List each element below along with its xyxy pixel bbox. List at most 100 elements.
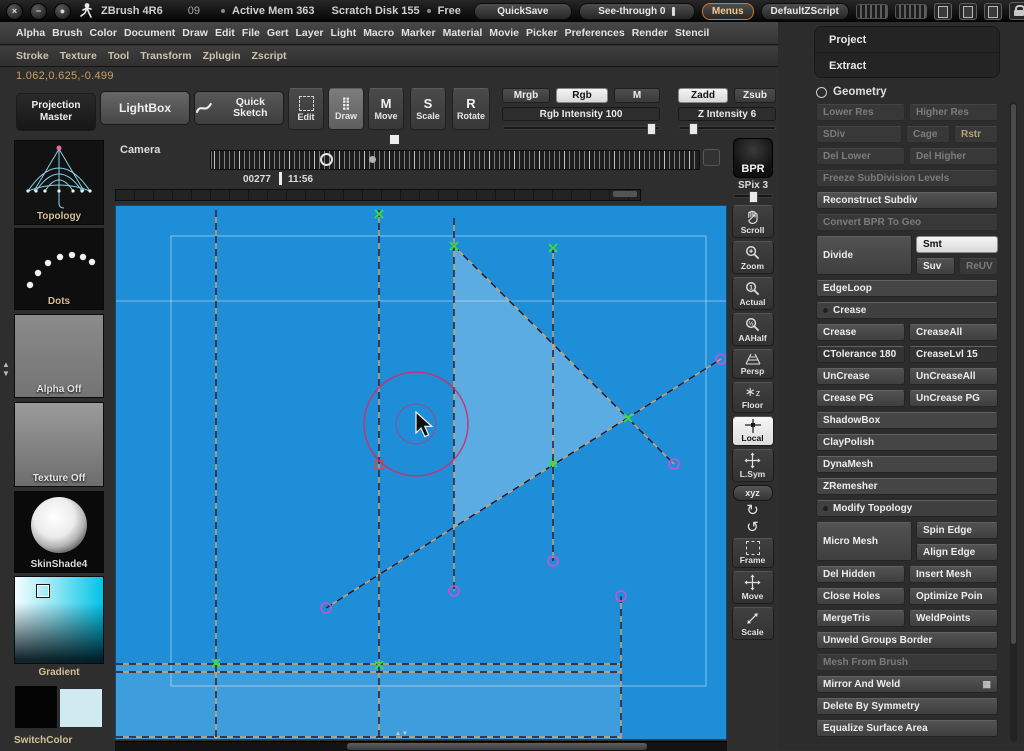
zremesher-subsection[interactable]: ZRemesher bbox=[816, 478, 998, 495]
menu-draw[interactable]: Draw bbox=[182, 27, 208, 39]
uncrease-button[interactable]: UnCrease bbox=[816, 368, 905, 385]
floor-button[interactable]: ∗z Floor bbox=[731, 382, 774, 413]
crease-subsection[interactable]: Crease bbox=[816, 302, 998, 319]
switch-color-button[interactable]: SwitchColor bbox=[14, 735, 72, 746]
persp-button[interactable]: Persp bbox=[731, 349, 774, 379]
z-intensity-knob[interactable] bbox=[689, 123, 698, 135]
camera-track-label[interactable]: Camera bbox=[120, 144, 160, 156]
main-color-swatch[interactable] bbox=[14, 685, 58, 729]
document-canvas[interactable] bbox=[115, 205, 727, 740]
scale-mode-button[interactable]: S Scale bbox=[410, 88, 446, 130]
z-intensity-groove[interactable] bbox=[678, 123, 776, 135]
sdiv-slider[interactable]: SDiv bbox=[816, 126, 902, 143]
convert-bpr-button[interactable]: Convert BPR To Geo bbox=[816, 214, 998, 231]
uncrease-pg-button[interactable]: UnCrease PG bbox=[909, 390, 998, 407]
menu-macro[interactable]: Macro bbox=[363, 27, 394, 39]
spin-edge-button[interactable]: Spin Edge bbox=[916, 522, 998, 539]
cage-button[interactable]: Cage bbox=[906, 126, 950, 143]
timeline-ring-knob[interactable] bbox=[320, 153, 333, 166]
rgb-button[interactable]: Rgb bbox=[556, 88, 608, 103]
copy-document-icon[interactable] bbox=[933, 2, 952, 20]
move-canvas-button[interactable]: Move bbox=[731, 571, 774, 604]
secondary-color-swatch[interactable] bbox=[59, 688, 103, 728]
menu-render[interactable]: Render bbox=[632, 27, 668, 39]
menu-transform[interactable]: Transform bbox=[140, 50, 191, 62]
current-material-thumbnail[interactable]: SkinShade4 bbox=[14, 491, 104, 573]
rotate-ccw-icon[interactable]: ↺ bbox=[746, 520, 759, 535]
equalize-surface-button[interactable]: Equalize Surface Area bbox=[816, 720, 998, 737]
current-alpha-thumbnail[interactable]: Alpha Off bbox=[14, 314, 104, 398]
del-lower-button[interactable]: Del Lower bbox=[816, 148, 905, 165]
quick-sketch-button[interactable]: Quick Sketch bbox=[194, 91, 284, 125]
menu-zscript[interactable]: Zscript bbox=[252, 50, 287, 62]
current-texture-thumbnail[interactable]: Texture Off bbox=[14, 402, 104, 487]
smt-toggle[interactable]: Smt bbox=[916, 236, 998, 253]
ui-slider-right-icon[interactable] bbox=[894, 3, 927, 19]
panel-scroll-handle[interactable] bbox=[1011, 104, 1016, 644]
reuv-button[interactable]: ReUV bbox=[959, 258, 998, 275]
crease-button[interactable]: Crease bbox=[816, 324, 905, 341]
timeline-cursor[interactable] bbox=[279, 172, 282, 185]
weld-points-button[interactable]: WeldPoints bbox=[909, 610, 998, 627]
menu-document[interactable]: Document bbox=[124, 27, 175, 39]
paste-document-icon[interactable] bbox=[958, 2, 977, 20]
menus-button[interactable]: Menus bbox=[701, 2, 754, 20]
merge-tris-button[interactable]: MergeTris bbox=[816, 610, 905, 627]
z-intensity-slider[interactable]: Z Intensity 6 bbox=[678, 107, 776, 121]
insert-mesh-button[interactable]: Insert Mesh bbox=[909, 566, 998, 583]
edgeloop-subsection[interactable]: EdgeLoop bbox=[816, 280, 998, 297]
lsym-button[interactable]: L.Sym bbox=[731, 449, 774, 482]
lower-res-button[interactable]: Lower Res bbox=[816, 104, 905, 121]
suv-toggle[interactable]: Suv bbox=[916, 258, 955, 275]
unweld-groups-button[interactable]: Unweld Groups Border bbox=[816, 632, 998, 649]
del-hidden-button[interactable]: Del Hidden bbox=[816, 566, 905, 583]
menu-marker[interactable]: Marker bbox=[401, 27, 435, 39]
menu-layer[interactable]: Layer bbox=[296, 27, 324, 39]
gradient-label[interactable]: Gradient bbox=[14, 667, 104, 678]
micro-mesh-button[interactable]: Micro Mesh bbox=[816, 522, 912, 561]
menu-zplugin[interactable]: Zplugin bbox=[203, 50, 241, 62]
color-picker[interactable] bbox=[14, 576, 104, 664]
rgb-intensity-groove[interactable] bbox=[502, 123, 660, 135]
menu-edit[interactable]: Edit bbox=[215, 27, 235, 39]
timeline-ruler[interactable] bbox=[210, 150, 700, 170]
scroll-button[interactable]: Scroll bbox=[731, 205, 774, 238]
rotate-cw-icon[interactable]: ↻ bbox=[746, 503, 759, 518]
menu-light[interactable]: Light bbox=[331, 27, 357, 39]
spix-knob[interactable] bbox=[749, 191, 758, 203]
menu-stencil[interactable]: Stencil bbox=[675, 27, 709, 39]
timeline-dot-knob[interactable] bbox=[369, 156, 376, 163]
canvas-top-scroll-handle[interactable] bbox=[613, 191, 637, 197]
edit-mode-button[interactable]: Edit bbox=[288, 88, 324, 130]
section-toggle-icon[interactable] bbox=[816, 86, 827, 98]
dynamesh-subsection[interactable]: DynaMesh bbox=[816, 456, 998, 473]
scale-canvas-button[interactable]: Scale bbox=[731, 607, 774, 640]
default-zscript-button[interactable]: DefaultZScript bbox=[760, 2, 849, 20]
menu-gert[interactable]: Gert bbox=[267, 27, 289, 39]
current-stroke-thumbnail[interactable]: Dots bbox=[14, 228, 104, 310]
higher-res-button[interactable]: Higher Res bbox=[909, 104, 998, 121]
optimize-points-button[interactable]: Optimize Poin bbox=[909, 588, 998, 605]
rotate-mode-button[interactable]: R Rotate bbox=[452, 88, 490, 130]
menu-stroke[interactable]: Stroke bbox=[16, 50, 49, 62]
see-through-slider[interactable]: See-through 0 bbox=[578, 2, 695, 20]
geometry-section-header[interactable]: Geometry bbox=[816, 86, 887, 98]
timeline-option-button[interactable] bbox=[703, 149, 720, 166]
rstr-button[interactable]: Rstr bbox=[954, 126, 998, 143]
menu-movie[interactable]: Movie bbox=[489, 27, 519, 39]
zsub-button[interactable]: Zsub bbox=[734, 88, 776, 103]
extract-menu-item[interactable]: Extract bbox=[815, 52, 999, 78]
rgb-intensity-slider[interactable]: Rgb Intensity 100 bbox=[502, 107, 660, 121]
claypolish-subsection[interactable]: ClayPolish bbox=[816, 434, 998, 451]
divide-button[interactable]: Divide bbox=[816, 236, 912, 275]
projection-master-button[interactable]: Projection Master bbox=[16, 93, 96, 131]
color-selector-square[interactable] bbox=[36, 584, 50, 598]
menu-color[interactable]: Color bbox=[90, 27, 117, 39]
align-edge-button[interactable]: Align Edge bbox=[916, 544, 998, 561]
actual-size-button[interactable]: 1 Actual bbox=[731, 277, 774, 310]
canvas-bottom-scroll-handle[interactable] bbox=[347, 743, 647, 750]
ctolerance-slider[interactable]: CTolerance 180 bbox=[816, 346, 905, 363]
menu-file[interactable]: File bbox=[242, 27, 260, 39]
modify-topology-subsection[interactable]: Modify Topology bbox=[816, 500, 998, 517]
slider-knob[interactable] bbox=[672, 6, 676, 16]
